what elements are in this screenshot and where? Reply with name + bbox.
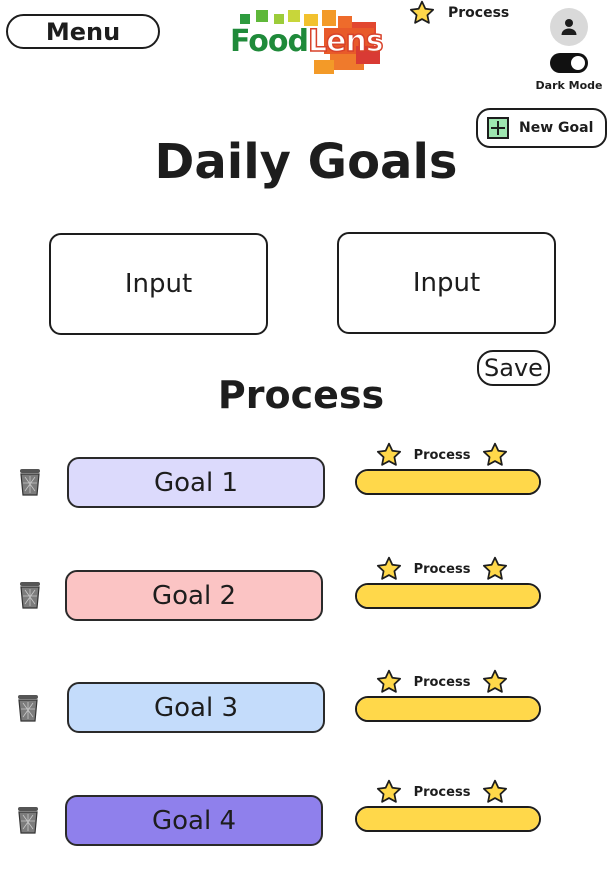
trash-icon[interactable] <box>15 805 41 835</box>
goal-pill[interactable]: Goal 1 <box>67 457 325 508</box>
progress-bar <box>355 806 541 832</box>
profile-avatar[interactable] <box>550 8 588 46</box>
progress-header: Process <box>375 778 509 806</box>
progress-label: Process <box>413 784 471 800</box>
star-icon <box>376 442 402 466</box>
logo-wordmark: FoodLens <box>230 23 384 60</box>
goal-progress: Process <box>355 668 541 723</box>
section-title: Process <box>217 373 385 417</box>
user-icon <box>561 19 577 35</box>
menu-button[interactable]: Menu <box>6 14 160 49</box>
progress-bar <box>355 696 541 722</box>
star-icon <box>482 442 508 466</box>
star-icon <box>482 669 508 693</box>
trash-icon[interactable] <box>17 467 43 497</box>
page-title: Daily Goals <box>154 134 458 190</box>
star-icon <box>482 556 508 580</box>
star-icon <box>376 669 402 693</box>
goal-pill[interactable]: Goal 2 <box>65 570 323 621</box>
goal-label: Goal 2 <box>151 580 237 611</box>
goal-progress: Process <box>355 441 541 496</box>
goal-pill[interactable]: Goal 3 <box>67 682 325 733</box>
progress-label: Process <box>413 561 471 577</box>
input-2-text: Input <box>412 268 481 298</box>
trash-icon[interactable] <box>17 580 43 610</box>
foodlens-logo: FoodLens <box>228 6 388 82</box>
goal-progress: Process <box>355 555 541 610</box>
progress-fill <box>357 808 539 830</box>
dark-mode-toggle[interactable] <box>550 53 588 73</box>
goal-label: Goal 4 <box>151 805 237 836</box>
goal-pill[interactable]: Goal 4 <box>65 795 323 846</box>
progress-header: Process <box>375 555 509 583</box>
progress-header: Process <box>375 441 509 469</box>
progress-fill <box>357 585 539 607</box>
overall-progress: Process <box>408 0 509 26</box>
progress-header: Process <box>375 668 509 696</box>
progress-fill <box>357 698 539 720</box>
toggle-knob <box>571 56 585 70</box>
logo-food-text: Food <box>230 24 309 59</box>
progress-label: Process <box>413 674 471 690</box>
menu-button-label: Menu <box>45 17 121 46</box>
star-icon <box>376 779 402 803</box>
overall-progress-label: Process <box>448 5 510 21</box>
input-1-text: Input <box>124 269 193 299</box>
star-icon <box>376 556 402 580</box>
goal-input-1[interactable]: Input <box>49 233 268 335</box>
star-icon <box>409 0 435 24</box>
progress-fill <box>357 471 539 493</box>
dark-mode-label: Dark Mode <box>535 79 603 92</box>
progress-label: Process <box>413 447 471 463</box>
trash-icon[interactable] <box>15 693 41 723</box>
goal-label: Goal 3 <box>153 692 239 723</box>
progress-bar <box>355 583 541 609</box>
goal-label: Goal 1 <box>153 467 239 498</box>
star-icon <box>482 779 508 803</box>
goal-input-2[interactable]: Input <box>337 232 556 334</box>
goal-progress: Process <box>355 778 541 833</box>
progress-bar <box>355 469 541 495</box>
logo-lens-text: Lens <box>307 23 384 60</box>
